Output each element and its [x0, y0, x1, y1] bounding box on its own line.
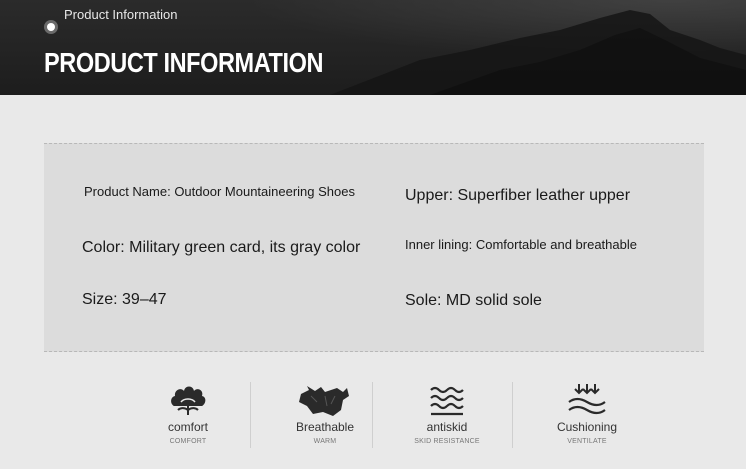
size-text: Size: 39–47: [82, 291, 167, 308]
fur-icon: [265, 382, 385, 418]
header-banner: Product Information PRODUCT INFORMATION: [0, 0, 746, 95]
divider: [512, 382, 513, 448]
feature-sublabel: SKID RESISTANCE: [414, 438, 480, 445]
feature-sublabel: COMFORT: [169, 438, 207, 445]
feature-comfort: comfort COMFORT: [128, 378, 248, 458]
upper-text: Upper: Superfiber leather upper: [405, 187, 631, 204]
banner-subtitle: Product Information: [64, 7, 178, 22]
inner-lining-text: Inner lining: Comfortable and breathable: [405, 237, 637, 252]
product-name-text: Product Name: Outdoor Mountaineering Sho…: [84, 184, 355, 199]
divider: [372, 382, 373, 448]
cushion-arrows-icon: [527, 382, 647, 418]
feature-antiskid: antiskid SKID RESISTANCE: [387, 378, 507, 458]
feature-icons-row: comfort COMFORT Breathable WARM antiskid…: [128, 378, 658, 458]
feature-sublabel: VENTILATE: [567, 438, 607, 445]
waves-icon: [387, 382, 507, 418]
feature-breathable: Breathable WARM: [265, 378, 385, 458]
feature-label: comfort: [167, 420, 208, 434]
divider: [250, 382, 251, 448]
bullet-dot-icon: [44, 20, 58, 34]
sole-text: Sole: MD solid sole: [405, 292, 542, 309]
feature-label: Cushioning: [556, 420, 618, 434]
feature-sublabel: WARM: [313, 438, 337, 445]
product-info-panel: Product Name: Outdoor Mountaineering Sho…: [44, 143, 704, 352]
feature-cushioning: Cushioning VENTILATE: [527, 378, 647, 458]
page-title: PRODUCT INFORMATION: [44, 47, 324, 78]
cotton-flower-icon: [128, 382, 248, 418]
color-text: Color: Military green card, its gray col…: [82, 239, 361, 256]
feature-label: Breathable: [295, 420, 355, 434]
feature-label: antiskid: [426, 420, 468, 434]
